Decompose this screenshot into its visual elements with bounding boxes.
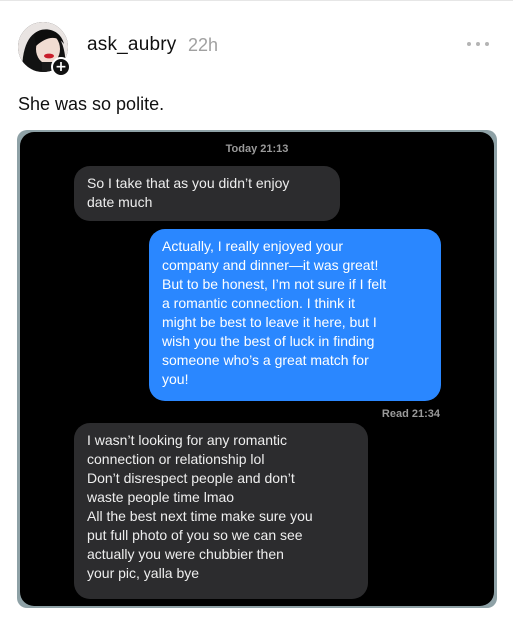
- read-receipt: Read 21:34: [381, 408, 440, 420]
- post-time: 22h: [188, 35, 219, 55]
- more-options-icon[interactable]: [466, 40, 492, 48]
- more-dot: [476, 42, 480, 46]
- message-line: might be best to leave it here, but I: [162, 314, 377, 330]
- username[interactable]: ask_aubry: [87, 34, 176, 56]
- conversation-timestamp: Today 21:13: [225, 143, 289, 155]
- message-line: All the best next time make sure you: [87, 508, 313, 524]
- message-line: someone who’s a great match for: [162, 352, 369, 368]
- post-page: + ask_aubry 22h She was so polite. Today…: [0, 0, 513, 621]
- post-header: + ask_aubry 22h: [0, 0, 513, 90]
- message-line: I wasn’t looking for any romantic: [87, 432, 287, 448]
- message-line: But to be honest, I’m not sure if I felt: [162, 276, 387, 292]
- message-line: a romantic connection. I think it: [162, 295, 355, 311]
- more-dot: [485, 42, 489, 46]
- message-line: put full photo of you so we can see: [87, 527, 303, 543]
- outgoing-message: Actually, I really enjoyed your company …: [149, 229, 441, 401]
- message-line: actually you were chubbier then: [87, 546, 284, 562]
- message-line: company and dinner—it was great!: [162, 257, 379, 273]
- plus-icon[interactable]: +: [51, 57, 71, 77]
- message-line: wish you the best of luck in finding: [162, 333, 375, 349]
- message-line: date much: [87, 194, 153, 210]
- incoming-message: I wasn’t looking for any romantic connec…: [74, 423, 368, 599]
- message-line: Actually, I really enjoyed your: [162, 238, 344, 254]
- message-line: Don’t disrespect people and don’t: [87, 470, 295, 486]
- message-line: So I take that as you didn’t enjoy: [87, 175, 290, 191]
- message-line: waste people time lmao: [87, 489, 235, 505]
- incoming-message: So I take that as you didn’t enjoy date …: [74, 166, 340, 221]
- message-line: your pic, yalla bye: [87, 565, 200, 581]
- post-caption: She was so polite.: [18, 94, 165, 114]
- chat-screenshot: Today 21:13 So I take that as you didn’t…: [20, 132, 494, 606]
- message-line: you!: [162, 371, 189, 387]
- message-line: connection or relationship lol: [87, 451, 265, 467]
- more-dot: [467, 42, 471, 46]
